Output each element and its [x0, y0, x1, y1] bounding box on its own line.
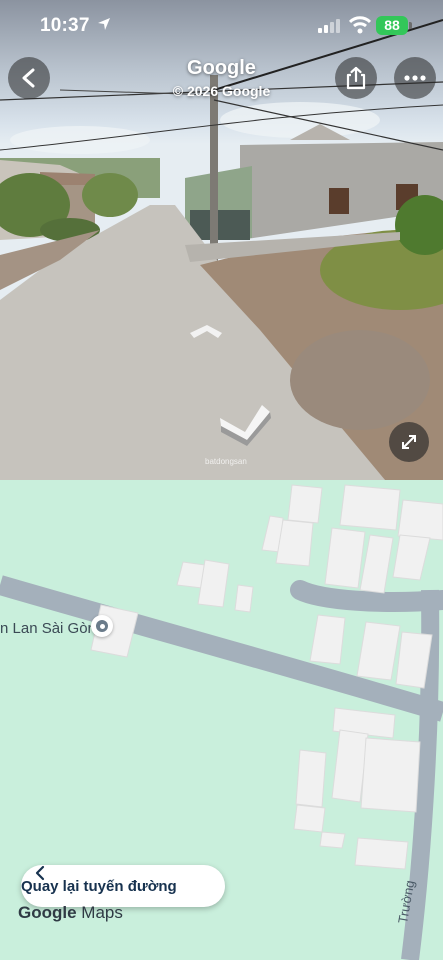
more-options-button[interactable]: [394, 57, 436, 99]
share-button[interactable]: [335, 57, 377, 99]
place-label[interactable]: n Lan Sài Gòn: [0, 620, 96, 637]
wifi-icon: [349, 16, 371, 34]
expand-icon: [402, 435, 416, 449]
street-view-panel[interactable]: 10:37 88 Google © 2026 Google batdongsan: [0, 0, 443, 480]
watermark: batdongsan: [205, 457, 247, 466]
google-wordmark: Google: [18, 903, 77, 922]
share-icon: [346, 66, 366, 90]
place-pin[interactable]: [91, 615, 113, 637]
chevron-left-icon: [35, 865, 45, 881]
expand-button[interactable]: [389, 422, 429, 462]
copyright-text: © 2026 Google: [172, 83, 271, 99]
back-to-route-button[interactable]: Quay lại tuyến đường: [21, 865, 225, 907]
map-panel[interactable]: n Lan Sài Gòn Trường Quay lại tuyến đườn…: [0, 480, 443, 960]
google-maps-logo: Google Maps: [18, 903, 123, 923]
battery-indicator: 88: [376, 16, 408, 35]
maps-wordmark: Maps: [81, 903, 123, 922]
pin-dot-icon: [96, 620, 108, 632]
more-dots-icon: [404, 75, 426, 81]
cellular-signal-icon: [318, 19, 340, 33]
location-arrow-icon: [98, 18, 110, 30]
clock: 10:37: [40, 15, 90, 36]
battery-tip: [409, 22, 412, 29]
status-bar: 10:37 88: [0, 0, 443, 54]
